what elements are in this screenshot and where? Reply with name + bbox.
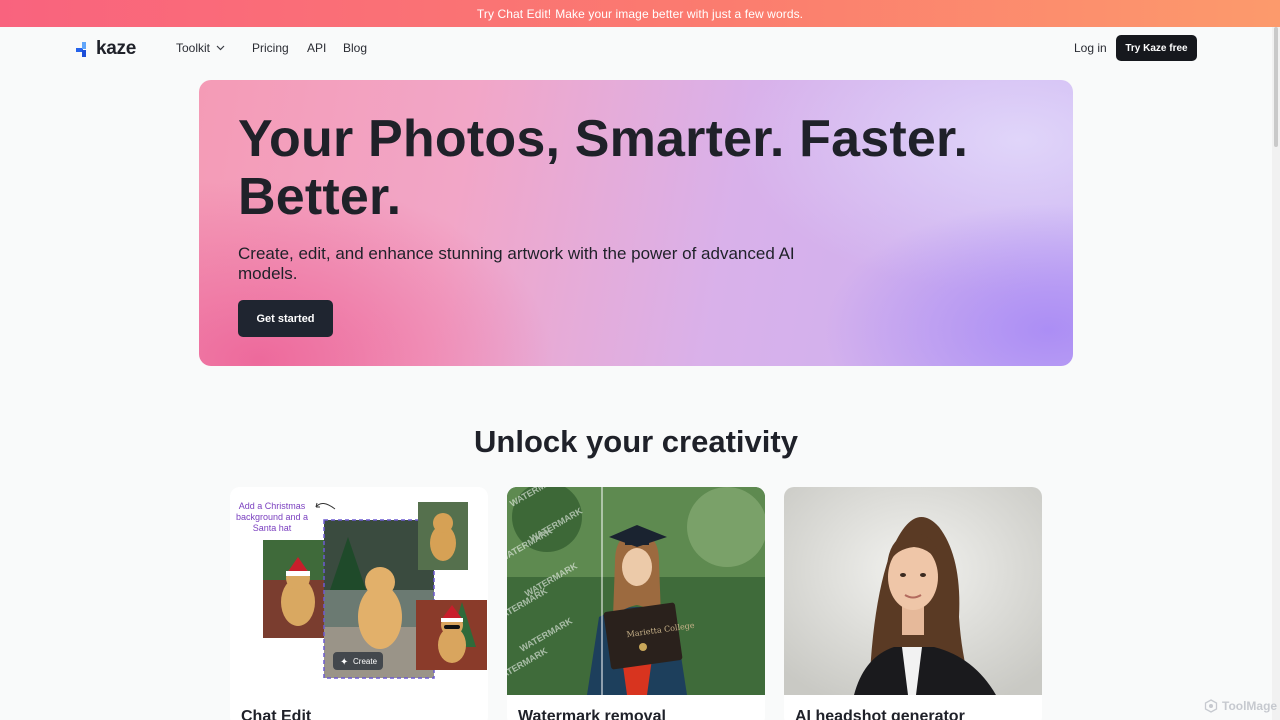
feature-card-chat-edit[interactable]: Add a Christmas background and a Santa h…	[230, 487, 488, 720]
top-nav: kaze Toolkit Pricing API Blog Log in Try…	[0, 27, 1280, 69]
try-kaze-free-button[interactable]: Try Kaze free	[1116, 35, 1197, 61]
card-title-watermark-removal: Watermark removal	[518, 708, 666, 720]
card-title-chat-edit: Chat Edit	[241, 708, 312, 720]
create-button-label: Create	[353, 657, 378, 666]
hero-subtitle: Create, edit, and enhance stunning artwo…	[238, 244, 795, 283]
scrollbar-thumb[interactable]	[1274, 27, 1278, 147]
sparkle-icon: ✦	[340, 657, 348, 668]
hero-banner: Your Photos, Smarter. Faster. Better. Cr…	[199, 80, 1073, 366]
nav-pricing[interactable]: Pricing	[252, 41, 289, 55]
kaze-logo[interactable]: kaze	[76, 38, 136, 60]
nav-api[interactable]: API	[307, 41, 326, 55]
page-scrollbar[interactable]	[1272, 27, 1280, 720]
chat-edit-caption-line-3: Santa hat	[253, 523, 292, 533]
chat-edit-caption-line-1: Add a Christmas	[239, 501, 306, 511]
chat-edit-image: Add a Christmas background and a Santa h…	[230, 487, 488, 695]
dog-photo-top-right	[418, 502, 468, 570]
nav-blog[interactable]: Blog	[343, 41, 367, 55]
hexagon-logo-icon	[1204, 699, 1218, 713]
feature-card-watermark-removal[interactable]: Marietta College WATERMARK WATERMARK WAT…	[507, 487, 765, 720]
ai-headshot-image	[784, 487, 1042, 695]
section-title: Unlock your creativity	[474, 424, 798, 459]
announcement-lead[interactable]: Try Chat Edit!	[477, 7, 551, 21]
toolmage-text: ToolMage	[1222, 699, 1278, 713]
watermark-removal-image: Marietta College WATERMARK WATERMARK WAT…	[507, 487, 765, 695]
chat-edit-caption-line-2: background and a	[236, 512, 308, 522]
dog-photo-bottom-right	[416, 600, 487, 670]
logo-text: kaze	[96, 38, 137, 59]
chevron-down-icon	[216, 45, 225, 51]
hero-title: Your Photos, Smarter. Faster. Better.	[238, 110, 969, 226]
announcement-bar[interactable]: Try Chat Edit! Make your image better wi…	[0, 0, 1280, 27]
nav-toolkit[interactable]: Toolkit	[176, 41, 225, 55]
login-link[interactable]: Log in	[1074, 41, 1107, 55]
announcement-text: Make your image better with just a few w…	[555, 6, 804, 21]
card-title-ai-headshot: AI headshot generator	[795, 708, 965, 720]
get-started-button[interactable]: Get started	[238, 300, 333, 337]
nav-toolkit-label: Toolkit	[176, 41, 211, 55]
feature-card-ai-headshot[interactable]: AI headshot generator	[784, 487, 1042, 720]
toolmage-watermark: ToolMage	[1204, 699, 1277, 713]
kaze-logo-icon	[76, 41, 86, 57]
